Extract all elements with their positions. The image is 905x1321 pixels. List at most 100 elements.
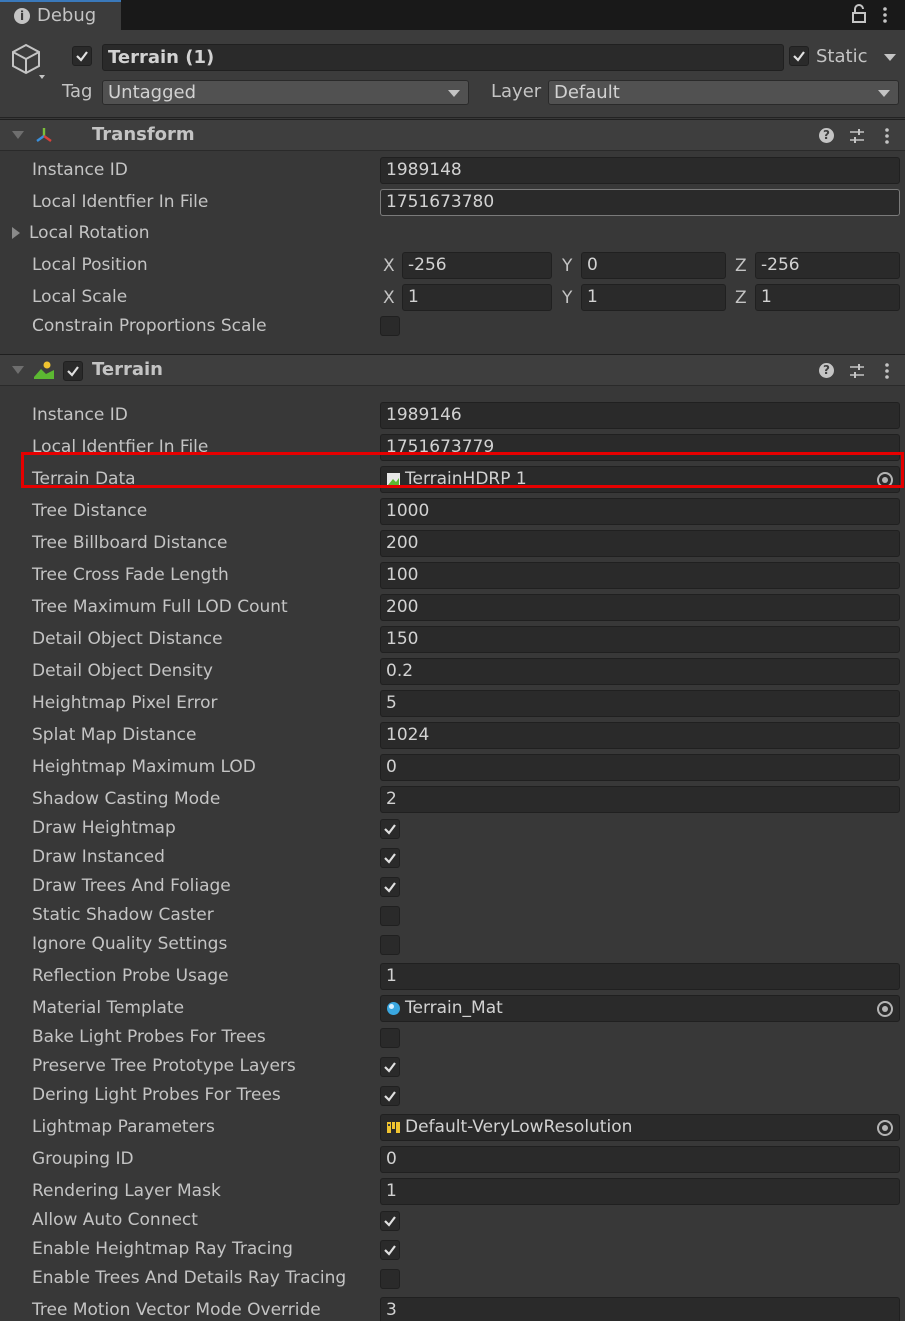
draw-instanced-toggle[interactable] xyxy=(380,848,400,868)
lightmap-parameters-object-field[interactable]: Default-VeryLowResolution xyxy=(380,1114,900,1141)
tag-value: Untagged xyxy=(108,82,197,103)
detail-object-density-label: Detail Object Density xyxy=(32,661,213,681)
local-scale-x[interactable]: 1 xyxy=(402,284,552,311)
layer-dropdown[interactable]: Default xyxy=(548,80,899,105)
static-toggle[interactable] xyxy=(789,46,809,66)
transform-title: Transform xyxy=(92,124,195,145)
instance-id-label: Instance ID xyxy=(32,405,128,425)
axis-z-label[interactable]: Z xyxy=(735,256,747,276)
constrain-proportions-label: Constrain Proportions Scale xyxy=(32,316,267,336)
gameobject-name-input[interactable]: Terrain (1) xyxy=(102,44,784,71)
rendering-layer-mask-label: Rendering Layer Mask xyxy=(32,1181,221,1201)
tab-debug[interactable]: i Debug xyxy=(0,0,121,30)
tree-motion-vector-mode-override-label: Tree Motion Vector Mode Override xyxy=(32,1300,321,1320)
local-rotation-label[interactable]: Local Rotation xyxy=(29,223,150,243)
chevron-down-icon xyxy=(878,90,890,97)
heightmap-maximum-lod-label: Heightmap Maximum LOD xyxy=(32,757,256,777)
lightmap-parameters-icon xyxy=(387,1122,400,1133)
draw-trees-and-foliage-toggle[interactable] xyxy=(380,877,400,897)
active-toggle[interactable] xyxy=(72,46,92,66)
component-menu-icon[interactable] xyxy=(884,127,890,145)
ignore-quality-settings-label: Ignore Quality Settings xyxy=(32,934,228,954)
detail-object-distance-field[interactable]: 150 xyxy=(380,626,900,653)
lock-icon[interactable] xyxy=(851,4,867,24)
static-shadow-caster-toggle[interactable] xyxy=(380,906,400,926)
axis-x-label[interactable]: X xyxy=(383,288,395,308)
check-icon xyxy=(384,1245,396,1256)
object-field-value: Default-VeryLowResolution xyxy=(405,1117,633,1137)
splat-map-distance-field[interactable]: 1024 xyxy=(380,722,900,749)
local-identifier-label: Local Identfier In File xyxy=(32,192,209,212)
static-shadow-caster-label: Static Shadow Caster xyxy=(32,905,214,925)
material-template-object-field[interactable]: Terrain_Mat xyxy=(380,995,900,1022)
terrain-enabled-toggle[interactable] xyxy=(63,361,83,381)
local-identfier-in-file-field[interactable]: 1751673779 xyxy=(380,434,900,461)
axis-x-label[interactable]: X xyxy=(383,256,395,276)
reflection-probe-usage-label: Reflection Probe Usage xyxy=(32,966,229,986)
instance-id-field[interactable]: 1989146 xyxy=(380,402,900,429)
heightmap-pixel-error-field[interactable]: 5 xyxy=(380,690,900,717)
grouping-id-label: Grouping ID xyxy=(32,1149,134,1169)
draw-heightmap-toggle[interactable] xyxy=(380,819,400,839)
axis-y-label[interactable]: Y xyxy=(562,256,572,276)
tab-menu-icon[interactable] xyxy=(880,5,890,25)
transform-header[interactable]: Transform ? xyxy=(0,119,905,151)
tree-maximum-full-lod-count-field[interactable]: 200 xyxy=(380,594,900,621)
ignore-quality-settings-toggle[interactable] xyxy=(380,935,400,955)
splat-map-distance-label: Splat Map Distance xyxy=(32,725,197,745)
foldout-arrow-icon[interactable] xyxy=(12,131,24,139)
lightmap-parameters-label: Lightmap Parameters xyxy=(32,1117,215,1137)
rendering-layer-mask-field[interactable]: 1 xyxy=(380,1178,900,1205)
local-position-z[interactable]: -256 xyxy=(755,252,900,279)
check-icon xyxy=(67,366,79,377)
tree-motion-vector-mode-override-field[interactable]: 3 xyxy=(380,1297,900,1321)
foldout-arrow-icon[interactable] xyxy=(12,366,24,374)
local-position-y[interactable]: 0 xyxy=(581,252,726,279)
axis-z-label[interactable]: Z xyxy=(735,288,747,308)
constrain-proportions-toggle[interactable] xyxy=(380,316,400,336)
detail-object-density-field[interactable]: 0.2 xyxy=(380,658,900,685)
dering-light-probes-for-trees-label: Dering Light Probes For Trees xyxy=(32,1085,281,1105)
enable-trees-and-details-ray-tracing-toggle[interactable] xyxy=(380,1269,400,1289)
presets-icon[interactable] xyxy=(849,362,865,380)
static-dropdown-arrow-icon[interactable] xyxy=(884,54,896,61)
grouping-id-field[interactable]: 0 xyxy=(380,1146,900,1173)
object-picker-icon[interactable] xyxy=(877,1120,893,1136)
heightmap-pixel-error-label: Heightmap Pixel Error xyxy=(32,693,218,713)
check-icon xyxy=(384,853,396,864)
allow-auto-connect-toggle[interactable] xyxy=(380,1211,400,1231)
enable-heightmap-ray-tracing-toggle[interactable] xyxy=(380,1240,400,1260)
terrain-header[interactable]: Terrain ? xyxy=(0,354,905,386)
check-icon xyxy=(384,824,396,835)
gameobject-cube-icon[interactable] xyxy=(10,42,46,82)
local-identifier-field[interactable]: 1751673780 xyxy=(380,189,900,216)
local-scale-y[interactable]: 1 xyxy=(581,284,726,311)
object-picker-icon[interactable] xyxy=(877,472,893,488)
help-icon[interactable]: ? xyxy=(819,363,834,378)
local-scale-z[interactable]: 1 xyxy=(755,284,900,311)
instance-id-field[interactable]: 1989148 xyxy=(380,157,900,184)
local-position-x[interactable]: -256 xyxy=(402,252,552,279)
terrain-data-object-field[interactable]: TerrainHDRP 1 xyxy=(380,466,900,493)
tree-distance-field[interactable]: 1000 xyxy=(380,498,900,525)
gameobject-header: Terrain (1) Static Tag Untagged Layer De… xyxy=(0,30,905,118)
bake-light-probes-for-trees-toggle[interactable] xyxy=(380,1028,400,1048)
tree-cross-fade-length-field[interactable]: 100 xyxy=(380,562,900,589)
axis-y-label[interactable]: Y xyxy=(562,288,572,308)
help-icon[interactable]: ? xyxy=(819,128,834,143)
tree-billboard-distance-field[interactable]: 200 xyxy=(380,530,900,557)
local-rotation-foldout-icon[interactable] xyxy=(12,227,20,239)
preserve-tree-prototype-layers-toggle[interactable] xyxy=(380,1057,400,1077)
reflection-probe-usage-field[interactable]: 1 xyxy=(380,963,900,990)
layer-label: Layer xyxy=(491,81,542,102)
heightmap-maximum-lod-field[interactable]: 0 xyxy=(380,754,900,781)
detail-object-distance-label: Detail Object Distance xyxy=(32,629,223,649)
presets-icon[interactable] xyxy=(849,127,865,145)
component-menu-icon[interactable] xyxy=(884,362,890,380)
material-template-label: Material Template xyxy=(32,998,185,1018)
object-picker-icon[interactable] xyxy=(877,1001,893,1017)
dering-light-probes-for-trees-toggle[interactable] xyxy=(380,1086,400,1106)
shadow-casting-mode-field[interactable]: 2 xyxy=(380,786,900,813)
layer-value: Default xyxy=(554,82,620,103)
tag-dropdown[interactable]: Untagged xyxy=(102,80,469,105)
